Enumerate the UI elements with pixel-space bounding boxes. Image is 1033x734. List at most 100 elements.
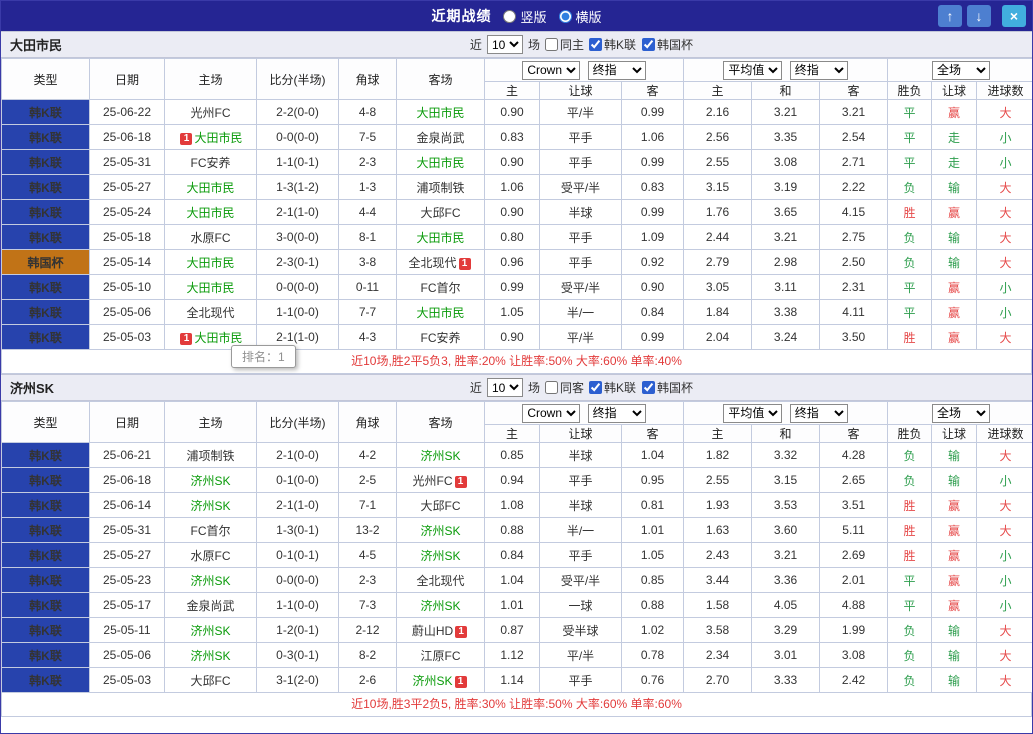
match-count-select[interactable]: 10 xyxy=(486,35,523,54)
asian-away-odds-cell: 1.09 xyxy=(620,224,685,250)
europe-index-select[interactable]: 终指 xyxy=(789,403,848,423)
same-side-checkbox[interactable] xyxy=(544,381,558,394)
date-cell: 25-05-06 xyxy=(89,299,165,325)
team-name: 金泉尚武 xyxy=(186,598,235,613)
avg-away-cell: 3.08 xyxy=(819,642,889,668)
goals-cell: 小 xyxy=(976,567,1032,593)
league-checkbox[interactable] xyxy=(588,38,602,51)
average-select[interactable]: 平均值 xyxy=(723,403,783,423)
league-filter-label: 韩国杯 xyxy=(656,38,693,52)
goals-cell: 小 xyxy=(976,542,1032,568)
league-filter-label: 韩K联 xyxy=(603,38,636,52)
match-row: 韩K联 25-05-31 FC首尔 1-3(0-1) 13-2 济州SK 0.88 半/一 1.… xyxy=(1,517,1032,543)
date-cell: 25-05-24 xyxy=(89,199,165,225)
asian-index-select[interactable]: 终指 xyxy=(587,60,646,80)
league-filter[interactable]: 韩国杯 xyxy=(641,36,693,53)
avg-draw-cell: 3.08 xyxy=(751,149,821,175)
league-filter[interactable]: 韩K联 xyxy=(588,36,636,53)
asian-home-odds-cell: 1.06 xyxy=(484,174,540,200)
goals-cell: 小 xyxy=(976,592,1032,618)
same-side-filter[interactable]: 同主 xyxy=(544,36,584,53)
home-team-cell: 水原FC xyxy=(164,224,257,250)
handicap-cell: 平手 xyxy=(539,667,622,693)
avg-away-cell: 2.01 xyxy=(819,567,889,593)
rank-badge[interactable]: 1 xyxy=(454,475,467,488)
avg-home-cell: 2.55 xyxy=(683,467,753,493)
same-side-filter[interactable]: 同客 xyxy=(544,379,584,396)
avg-home-cell: 2.43 xyxy=(683,542,753,568)
league-cell: 韩K联 xyxy=(1,517,90,543)
asian-away-odds-cell: 0.99 xyxy=(620,199,685,225)
subcol-avg-home: 主 xyxy=(683,424,753,443)
asian-home-odds-cell: 1.08 xyxy=(484,492,540,518)
result-cell: 负 xyxy=(887,174,933,200)
filter-games-label: 场 xyxy=(527,38,540,52)
home-team-cell: 水原FC xyxy=(164,542,257,568)
league-cell: 韩K联 xyxy=(1,442,90,468)
avg-draw-cell: 3.01 xyxy=(751,642,821,668)
asian-index-select[interactable]: 终指 xyxy=(587,403,646,423)
league-checkbox[interactable] xyxy=(588,381,602,394)
league-checkbox[interactable] xyxy=(641,381,655,394)
avg-away-cell: 1.99 xyxy=(819,617,889,643)
avg-home-cell: 2.44 xyxy=(683,224,753,250)
table-header: 类型 日期 主场 比分(半场) 角球 客场 Crown 终指 平均值 终指 全场… xyxy=(1,401,1032,443)
europe-index-select[interactable]: 终指 xyxy=(789,60,848,80)
bookmaker-select[interactable]: Crown xyxy=(522,403,581,423)
rank-badge[interactable]: 1 xyxy=(454,675,467,688)
date-cell: 25-05-18 xyxy=(89,224,165,250)
same-side-checkbox[interactable] xyxy=(544,38,558,51)
layout-option-horizontal[interactable]: 横版 xyxy=(558,7,602,26)
league-filter[interactable]: 韩国杯 xyxy=(641,379,693,396)
league-checkbox[interactable] xyxy=(641,38,655,51)
rank-badge[interactable]: 1 xyxy=(458,257,471,270)
home-team-cell: 大田市民 xyxy=(164,249,257,275)
rank-badge[interactable]: 1 xyxy=(180,332,193,345)
team-name: 浦项制铁 xyxy=(186,448,235,463)
rank-badge[interactable]: 1 xyxy=(455,625,468,638)
home-team-cell: 济州SK xyxy=(164,642,257,668)
bookmaker-select[interactable]: Crown xyxy=(522,60,581,80)
match-row: 韩K联 25-05-27 水原FC 0-1(0-1) 4-5 济州SK 0.84 平手 1.05… xyxy=(1,542,1032,568)
scroll-up-button[interactable]: ↑ xyxy=(938,5,962,27)
subcol-handicap-result: 让球 xyxy=(931,81,978,100)
home-team-cell: 济州SK xyxy=(164,567,257,593)
subcol-avg-draw: 和 xyxy=(751,81,821,100)
avg-draw-cell: 3.11 xyxy=(751,274,821,300)
avg-home-cell: 2.70 xyxy=(683,667,753,693)
league-cell: 韩K联 xyxy=(1,124,90,150)
asian-away-odds-cell: 0.88 xyxy=(620,592,685,618)
match-count-select[interactable]: 10 xyxy=(486,378,523,397)
goals-cell: 大 xyxy=(976,249,1032,275)
handicap-result-cell: 赢 xyxy=(931,274,978,300)
handicap-result-cell: 输 xyxy=(931,442,978,468)
table-body: 韩K联 25-06-21 浦项制铁 2-1(0-0) 4-2 济州SK 0.85 半球 1.04… xyxy=(1,442,1032,693)
away-team-cell: 大邱FC xyxy=(396,492,485,518)
match-row: 韩国杯 25-05-14 大田市民 2-3(0-1) 3-8 全北现代 1 0.96 平手 0.9… xyxy=(1,249,1032,275)
filter-near-label: 近 xyxy=(469,38,482,52)
close-button[interactable]: × xyxy=(1002,5,1026,27)
layout-option-vertical[interactable]: 竖版 xyxy=(503,7,547,26)
scroll-down-button[interactable]: ↓ xyxy=(967,5,991,27)
away-team-cell: 济州SK xyxy=(396,592,485,618)
column-header-score: 比分(半场) xyxy=(256,58,339,100)
asian-odds-group-header: Crown 终指 xyxy=(483,401,685,425)
scope-select[interactable]: 全场 xyxy=(932,403,991,423)
away-team-cell: 全北现代 1 xyxy=(396,249,485,275)
score-cell: 2-3(0-1) xyxy=(256,249,339,275)
avg-draw-cell: 2.98 xyxy=(751,249,821,275)
vertical-layout-radio[interactable] xyxy=(503,9,517,23)
scope-select[interactable]: 全场 xyxy=(932,60,991,80)
average-select[interactable]: 平均值 xyxy=(723,60,783,80)
asian-away-odds-cell: 1.01 xyxy=(620,517,685,543)
home-team-cell: 大田市民 xyxy=(164,274,257,300)
team-name: 大邱FC xyxy=(190,673,231,688)
corner-cell: 0-11 xyxy=(338,274,397,300)
league-filter[interactable]: 韩K联 xyxy=(588,379,636,396)
handicap-result-cell: 赢 xyxy=(931,592,978,618)
horizontal-layout-radio[interactable] xyxy=(558,9,572,23)
result-cell: 负 xyxy=(887,442,933,468)
rank-badge[interactable]: 1 xyxy=(180,132,193,145)
league-cell: 韩K联 xyxy=(1,174,90,200)
team-name: FC安养 xyxy=(420,330,461,345)
